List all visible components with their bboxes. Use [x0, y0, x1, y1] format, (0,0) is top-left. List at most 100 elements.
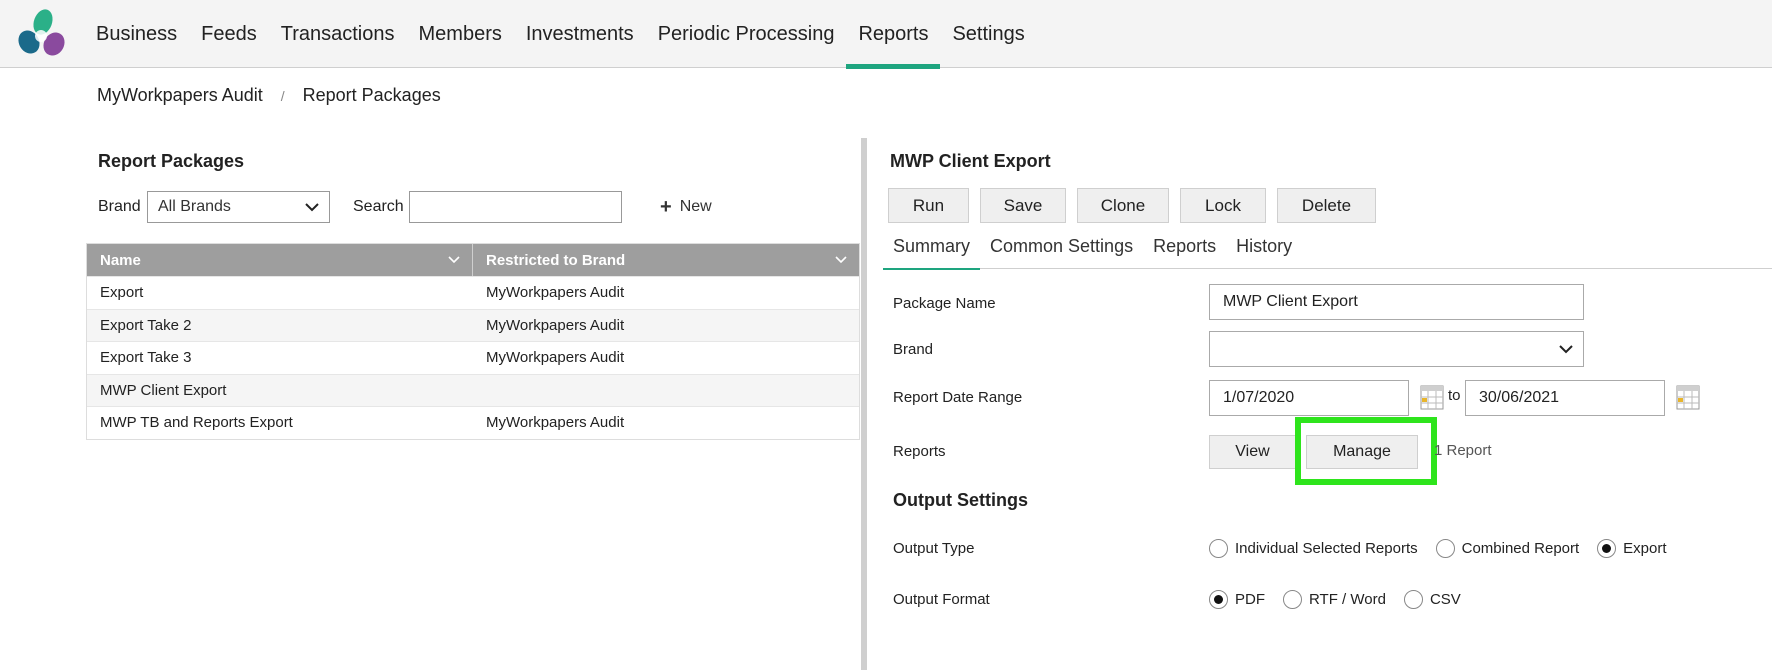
chevron-down-icon [1559, 344, 1573, 353]
new-package-button[interactable]: + New [660, 196, 712, 219]
output-format-csv[interactable]: CSV [1403, 590, 1461, 609]
output-format-pdf-label: PDF [1235, 591, 1265, 608]
manage-button-highlight [1295, 417, 1437, 485]
brand-select[interactable] [1209, 331, 1584, 367]
search-input[interactable] [409, 191, 622, 223]
row-name: Export Take 3 [100, 349, 192, 367]
table-row[interactable]: Export MyWorkpapers Audit [87, 276, 859, 309]
column-header-brand[interactable]: Restricted to Brand [473, 244, 859, 276]
delete-button[interactable]: Delete [1277, 188, 1376, 223]
tab-common-settings[interactable]: Common Settings [980, 236, 1143, 269]
brand-filter-value: All Brands [158, 198, 231, 215]
output-type-group: Individual Selected Reports Combined Rep… [1209, 539, 1685, 558]
brand-label: Brand [893, 341, 934, 358]
row-name: MWP TB and Reports Export [100, 414, 293, 432]
output-format-rtf[interactable]: RTF / Word [1283, 590, 1386, 609]
panel-splitter[interactable] [861, 138, 867, 670]
row-brand: MyWorkpapers Audit [486, 284, 625, 302]
column-header-name[interactable]: Name [87, 244, 473, 276]
table-header: Name Restricted to Brand [87, 244, 859, 276]
row-brand: MyWorkpapers Audit [486, 316, 625, 334]
breadcrumb-separator: / [280, 87, 285, 104]
tab-reports[interactable]: Reports [1143, 236, 1226, 269]
nav-reports[interactable]: Reports [846, 0, 941, 69]
date-to-value: 30/06/2021 [1479, 389, 1560, 406]
date-from-value: 1/07/2020 [1223, 389, 1295, 406]
nav-investments[interactable]: Investments [514, 0, 646, 68]
report-packages-table: Name Restricted to Brand Export MyWorkpa… [86, 243, 860, 440]
brand-filter-select[interactable]: All Brands [147, 191, 330, 223]
output-format-csv-label: CSV [1429, 591, 1461, 608]
package-name-value: MWP Client Export [1223, 293, 1358, 310]
output-type-individual-label: Individual Selected Reports [1235, 540, 1418, 557]
calendar-icon[interactable] [1420, 384, 1444, 410]
nav-settings[interactable]: Settings [940, 0, 1036, 68]
output-format-rtf-label: RTF / Word [1309, 591, 1386, 608]
package-toolbar: Run Save Clone Lock Delete [888, 188, 1387, 223]
output-format-label: Output Format [893, 591, 990, 608]
nav-periodic-processing[interactable]: Periodic Processing [646, 0, 847, 68]
radio-circle-selected [1209, 590, 1228, 609]
lock-button[interactable]: Lock [1180, 188, 1266, 223]
tab-summary[interactable]: Summary [883, 236, 981, 270]
package-name-label: Package Name [893, 295, 996, 312]
chevron-down-icon [835, 256, 847, 264]
brand-filter-label: Brand [98, 198, 141, 215]
nav-business[interactable]: Business [84, 0, 189, 68]
output-format-pdf[interactable]: PDF [1209, 590, 1265, 609]
main-nav: Business Feeds Transactions Members Inve… [84, 0, 1037, 69]
tab-history[interactable]: History [1226, 236, 1302, 269]
column-header-name-label: Name [100, 251, 141, 269]
output-format-group: PDF RTF / Word CSV [1209, 590, 1479, 609]
output-settings-title: Output Settings [893, 490, 1028, 510]
clone-button[interactable]: Clone [1077, 188, 1169, 223]
plus-icon: + [660, 195, 672, 218]
date-range-label: Report Date Range [893, 389, 1023, 406]
filter-row: Brand All Brands Search + New [98, 191, 712, 223]
output-type-label: Output Type [893, 540, 975, 557]
row-name: Export Take 2 [100, 316, 192, 334]
output-type-export[interactable]: Export [1597, 539, 1667, 558]
output-type-individual[interactable]: Individual Selected Reports [1209, 539, 1418, 558]
row-brand: MyWorkpapers Audit [486, 349, 625, 367]
table-row[interactable]: MWP Client Export [87, 373, 859, 406]
package-name-field[interactable]: MWP Client Export [1209, 284, 1584, 320]
date-from-field[interactable]: 1/07/2020 [1209, 380, 1409, 416]
view-reports-button[interactable]: View [1209, 435, 1296, 469]
row-name: Export [100, 284, 144, 302]
package-title: MWP Client Export [890, 151, 1051, 171]
table-row[interactable]: MWP TB and Reports Export MyWorkpapers A… [87, 406, 859, 439]
row-name: MWP Client Export [100, 381, 227, 399]
report-count: 1 Report [1434, 442, 1492, 459]
table-body: Export MyWorkpapers Audit Export Take 2 … [87, 276, 859, 439]
search-label: Search [353, 198, 404, 215]
report-packages-title: Report Packages [98, 151, 245, 171]
new-package-label: New [679, 198, 712, 215]
output-type-combined-label: Combined Report [1461, 540, 1580, 557]
radio-circle [1283, 590, 1302, 609]
run-button[interactable]: Run [888, 188, 969, 223]
table-row[interactable]: Export Take 3 MyWorkpapers Audit [87, 341, 859, 374]
nav-members[interactable]: Members [407, 0, 514, 68]
radio-circle [1435, 539, 1455, 558]
output-type-export-label: Export [1623, 540, 1667, 557]
date-to-label: to [1448, 387, 1461, 404]
nav-feeds[interactable]: Feeds [189, 0, 269, 68]
breadcrumb-root-link[interactable]: MyWorkpapers Audit [97, 85, 263, 106]
radio-circle [1209, 539, 1228, 558]
breadcrumb-current: Report Packages [302, 85, 441, 105]
radio-circle [1403, 590, 1423, 609]
package-tabs: Summary Common Settings Reports History [883, 236, 1772, 270]
nav-transactions[interactable]: Transactions [269, 0, 407, 68]
column-header-brand-label: Restricted to Brand [486, 251, 626, 269]
date-to-field[interactable]: 30/06/2021 [1465, 380, 1665, 416]
save-button[interactable]: Save [980, 188, 1066, 223]
radio-circle-selected [1597, 539, 1617, 558]
breadcrumb: MyWorkpapers Audit / Report Packages [97, 85, 441, 106]
calendar-icon[interactable] [1676, 384, 1700, 410]
table-row[interactable]: Export Take 2 MyWorkpapers Audit [87, 308, 859, 341]
chevron-down-icon [305, 202, 319, 211]
row-brand: MyWorkpapers Audit [486, 414, 625, 432]
app-logo-icon[interactable] [13, 6, 73, 62]
output-type-combined[interactable]: Combined Report [1435, 539, 1580, 558]
